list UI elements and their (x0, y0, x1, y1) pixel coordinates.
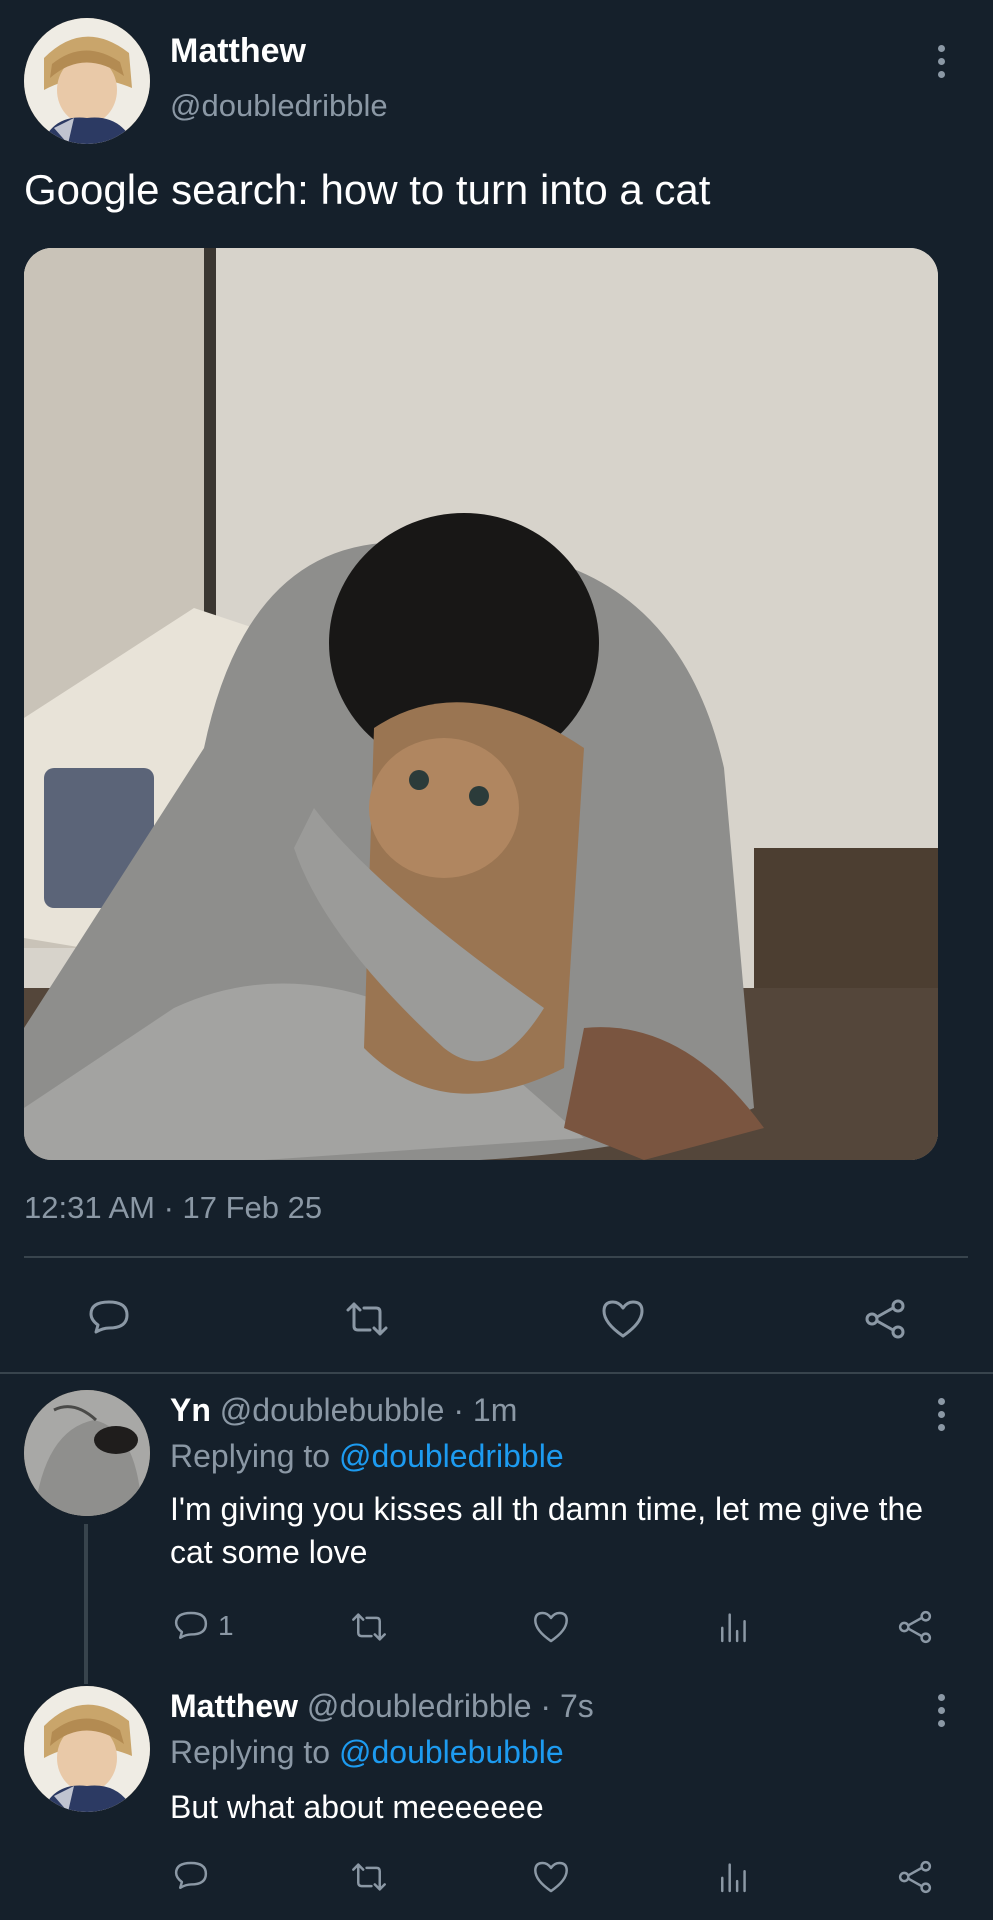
reply-icon[interactable] (86, 1296, 132, 1342)
timestamp-divider (24, 1256, 968, 1258)
replying-to-handle[interactable]: @doubledribble (339, 1438, 564, 1474)
reply-text: But what about meeeeeee (170, 1789, 544, 1825)
replying-to-handle[interactable]: @doublebubble (339, 1734, 564, 1770)
reply-meta[interactable]: @doubledribble · 7s (307, 1688, 594, 1724)
retweet-icon[interactable] (350, 1858, 388, 1896)
reply-icon[interactable] (172, 1608, 210, 1646)
analytics-icon[interactable] (714, 1858, 752, 1896)
reply-header: Yn @doublebubble · 1m (170, 1392, 517, 1429)
replying-to-label: Replying to (170, 1438, 339, 1474)
actions-divider (0, 1372, 993, 1374)
reply-author-name[interactable]: Matthew (170, 1688, 298, 1724)
tweet-photo[interactable] (24, 248, 938, 1160)
author-handle[interactable]: @doubledribble (170, 88, 388, 124)
like-icon[interactable] (532, 1858, 570, 1896)
share-icon[interactable] (862, 1296, 908, 1342)
reply-icon[interactable] (172, 1858, 210, 1896)
retweet-icon[interactable] (344, 1296, 390, 1342)
like-icon[interactable] (600, 1296, 646, 1342)
reply-count: 1 (218, 1610, 234, 1641)
reply-avatar[interactable] (24, 1390, 150, 1516)
reply-meta[interactable]: @doublebubble · 1m (220, 1392, 518, 1428)
analytics-icon[interactable] (714, 1608, 752, 1646)
author-name[interactable]: Matthew (170, 32, 306, 71)
replying-to-line: Replying to @doubledribble (170, 1438, 564, 1475)
thread-line (84, 1524, 88, 1684)
tweet-timestamp: 12:31 AM · 17 Feb 25 (24, 1190, 323, 1225)
reply-more-options-icon[interactable] (938, 1694, 945, 1733)
tweet-text: Google search: how to turn into a cat (24, 166, 711, 213)
share-icon[interactable] (896, 1858, 934, 1896)
reply-more-options-icon[interactable] (938, 1398, 945, 1437)
share-icon[interactable] (896, 1608, 934, 1646)
reply-header: Matthew @doubledribble · 7s (170, 1688, 594, 1725)
author-avatar[interactable] (24, 18, 150, 144)
reply-avatar[interactable] (24, 1686, 150, 1812)
like-icon[interactable] (532, 1608, 570, 1646)
replying-to-line: Replying to @doublebubble (170, 1734, 564, 1771)
reply-text: I'm giving you kisses all th damn time, … (170, 1491, 924, 1570)
reply-author-name[interactable]: Yn (170, 1392, 211, 1428)
replying-to-label: Replying to (170, 1734, 339, 1770)
more-options-icon[interactable] (938, 45, 945, 84)
retweet-icon[interactable] (350, 1608, 388, 1646)
